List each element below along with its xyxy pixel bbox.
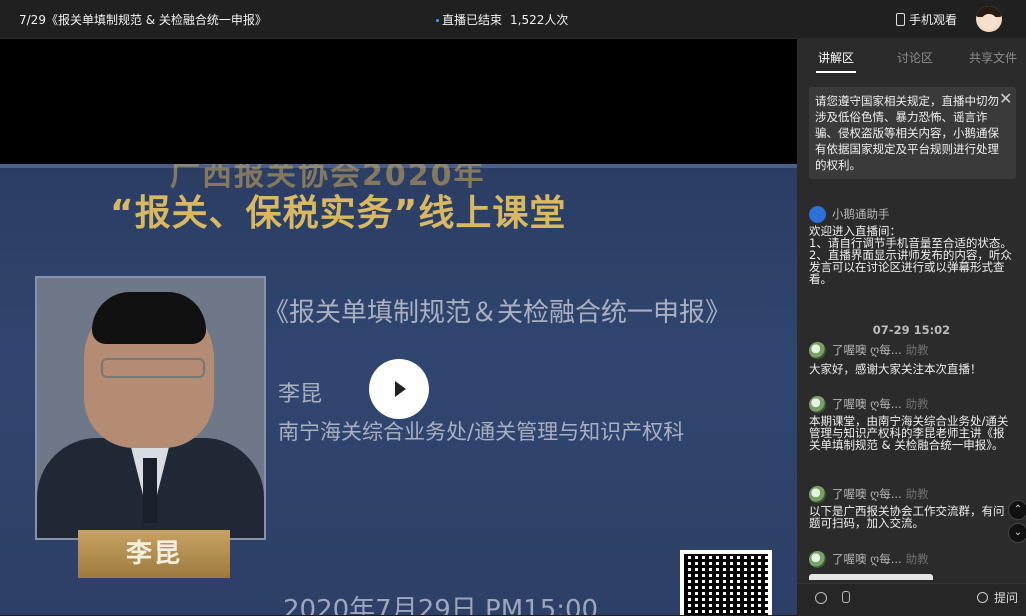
top-bar: 7/29《报关单填制规范 & 关检融合统一申报》 直播已结束 1,522人次 手机… — [0, 0, 1026, 39]
list-item: 了喔噢 ღ每... 助教 本期课堂，由南宁海关综合业务处/通关管理与知识产权科的李… — [809, 395, 1014, 451]
ask-icon — [977, 592, 988, 603]
tab-active-indicator — [816, 71, 856, 73]
message-head: 小鹅通助手 — [809, 205, 1014, 223]
avatar — [809, 551, 826, 568]
photo-hair — [92, 292, 206, 344]
list-item: 了喔噢 ღ每... 助教 大家好，感谢大家关注本次直播！ — [809, 341, 1014, 375]
message-head: 了喔噢 ღ每... 助教 — [809, 341, 1014, 359]
slide-headline: “报关、保税实务”线上课堂 — [110, 193, 567, 234]
sender-name: 了喔噢 ღ每... — [832, 397, 902, 411]
speaker-department: 南宁海关综合业务处/通关管理与知识产权科 — [278, 420, 685, 444]
phone-icon — [896, 13, 905, 26]
message-body: 本期课堂，由南宁海关综合业务处/通关管理与知识产权科的李昆老师主讲《报关单填制规… — [809, 414, 1009, 452]
danmaku-icon[interactable] — [815, 592, 827, 604]
role-badge: 助教 — [905, 397, 929, 411]
viewer-count: 1,522人次 — [510, 13, 569, 27]
list-item: 小鹅通助手 欢迎进入直播间： 1、请自行调节手机音量至合适的状态。 2、直播界面… — [809, 205, 1014, 285]
avatar — [809, 342, 826, 359]
live-status-text: 直播已结束 — [442, 13, 503, 27]
play-button[interactable] — [369, 359, 429, 419]
ask-label: 提问 — [994, 591, 1019, 605]
video-player[interactable]: 广西报关协会2020年 “报关、保税实务”线上课堂 李昆 《报关单填制规范＆关检… — [0, 39, 797, 615]
list-item: 了喔噢 ღ每... 助教 — [809, 550, 1014, 568]
qr-pattern — [684, 554, 768, 615]
avatar-face — [981, 14, 997, 29]
tab-explain[interactable]: 讲解区 — [818, 49, 854, 66]
sender-name: 了喔噢 ღ每... — [832, 487, 902, 501]
panel-tabs: 讲解区 讨论区 共享文件 — [797, 39, 1026, 75]
qr-code — [680, 550, 772, 615]
chat-list[interactable]: 小鹅通助手 欢迎进入直播间： 1、请自行调节手机音量至合适的状态。 2、直播界面… — [797, 205, 1026, 583]
mobile-view-label: 手机观看 — [909, 13, 958, 27]
play-icon — [395, 381, 406, 397]
message-body: 以下是广西报关协会工作交流群，有问题可扫码，加入交流。 — [809, 504, 1005, 530]
message-head: 了喔噢 ღ每... 助教 — [809, 550, 1014, 568]
photo-glasses — [101, 358, 205, 378]
notice-box: 请您遵守国家相关规定，直播中切勿涉及低俗色情、暴力恐怖、谣言诈骗、侵权盗版等相关… — [809, 87, 1016, 179]
avatar — [809, 396, 826, 413]
scroll-up-button[interactable]: ⌃ — [1008, 500, 1026, 520]
tab-shared-files[interactable]: 共享文件 — [969, 49, 1017, 66]
slide-subtitle: 《报关单填制规范＆关检融合统一申报》 — [263, 298, 732, 328]
user-avatar[interactable] — [976, 6, 1002, 32]
message-body: 大家好，感谢大家关注本次直播！ — [809, 362, 982, 376]
avatar — [809, 486, 826, 503]
course-title: 7/29《报关单填制规范 & 关检融合统一申报》 — [19, 13, 267, 27]
notice-text: 请您遵守国家相关规定，直播中切勿涉及低俗色情、暴力恐怖、谣言诈骗、侵权盗版等相关… — [815, 94, 999, 172]
sender-name: 了喔噢 ღ每... — [832, 343, 902, 357]
message-body: 欢迎进入直播间： 1、请自行调节手机音量至合适的状态。 2、直播界面显示讲师发布… — [809, 224, 1012, 286]
role-badge: 助教 — [905, 343, 929, 357]
message-time: 07-29 15:02 — [872, 323, 951, 337]
speaker-name-plaque: 李昆 — [78, 530, 230, 578]
bottom-toolbar: 提问 — [797, 583, 1026, 616]
sender-name: 小鹅通助手 — [832, 207, 890, 221]
photo-tie — [143, 458, 157, 523]
speaker-photo — [35, 276, 266, 540]
slide-date: 2020年7月29日 PM15:00 — [283, 595, 599, 615]
live-status: 直播已结束 1,522人次 — [436, 11, 568, 28]
message-head: 了喔噢 ღ每... 助教 — [809, 395, 1014, 413]
sender-name: 了喔噢 ღ每... — [832, 552, 902, 566]
close-icon[interactable]: ✕ — [999, 89, 1012, 108]
role-badge: 助教 — [905, 552, 929, 566]
scroll-down-button[interactable]: ⌄ — [1008, 523, 1026, 543]
microphone-icon[interactable] — [842, 591, 850, 603]
role-badge: 助教 — [905, 487, 929, 501]
message-head: 了喔噢 ღ每... 助教 — [809, 485, 1014, 503]
list-item: 了喔噢 ღ每... 助教 以下是广西报关协会工作交流群，有问题可扫码，加入交流。 — [809, 485, 1014, 529]
side-panel: 讲解区 讨论区 共享文件 请您遵守国家相关规定，直播中切勿涉及低俗色情、暴力恐怖… — [797, 39, 1026, 616]
mobile-view-button[interactable]: 手机观看 — [896, 11, 957, 28]
speaker-name: 李昆 — [278, 382, 323, 407]
tab-discussion[interactable]: 讨论区 — [897, 49, 933, 66]
ask-question-button[interactable]: 提问 — [977, 592, 1018, 604]
message-bubble-partial — [809, 574, 933, 580]
bot-avatar — [809, 206, 826, 223]
status-dot-icon — [436, 19, 439, 22]
